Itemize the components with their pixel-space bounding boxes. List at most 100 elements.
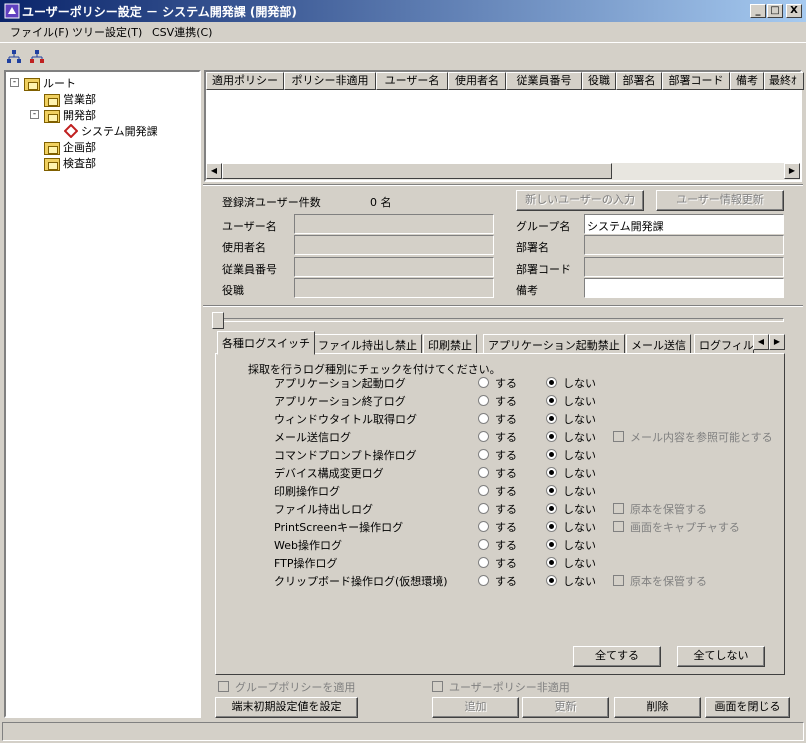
tab-app-launch-ban[interactable]: アプリケーション起動禁止 xyxy=(483,334,625,354)
delete-button[interactable]: 削除 xyxy=(614,697,701,718)
log-option-checkbox[interactable]: メール内容を参照可能とする xyxy=(613,429,773,447)
log-on-radio[interactable]: する xyxy=(478,573,517,591)
log-off-radio[interactable]: しない xyxy=(546,375,596,393)
log-row: アプリケーション終了ログ xyxy=(274,393,406,411)
tab-scroll-left-icon[interactable]: ◀ xyxy=(753,334,769,350)
col-dept-code[interactable]: 部署コード xyxy=(662,72,730,90)
init-terminal-settings-button[interactable]: 端末初期設定値を設定 xyxy=(215,697,358,718)
dept-code-field[interactable] xyxy=(584,257,784,277)
close-button[interactable]: X xyxy=(786,4,802,18)
log-off-radio[interactable]: しない xyxy=(546,429,596,447)
splitter-lower[interactable] xyxy=(203,305,803,307)
user-name-field[interactable] xyxy=(294,214,494,234)
log-off-radio[interactable]: しない xyxy=(546,393,596,411)
checkbox-icon xyxy=(613,575,624,586)
log-off-radio[interactable]: しない xyxy=(546,573,596,591)
dept-name-field[interactable] xyxy=(584,235,784,255)
log-off-radio[interactable]: しない xyxy=(546,537,596,555)
tab-print-ban[interactable]: 印刷禁止 xyxy=(423,334,477,354)
user-policy-off-checkbox[interactable]: ユーザーポリシー非適用 xyxy=(432,679,570,695)
remarks-label: 備考 xyxy=(516,284,538,297)
log-option-checkbox[interactable]: 原本を保管する xyxy=(613,573,707,591)
menu-tree-settings[interactable]: ツリー設定(T) xyxy=(72,24,142,40)
col-policy-not-applied[interactable]: ポリシー非適用 xyxy=(284,72,376,90)
checkbox-icon xyxy=(613,503,624,514)
log-option-checkbox[interactable]: 画面をキャプチャする xyxy=(613,519,740,537)
tab-file-export-ban[interactable]: ファイル持出し禁止 xyxy=(313,334,422,354)
tree-node-root[interactable]: ルート xyxy=(24,75,76,91)
checkbox-icon xyxy=(613,521,624,532)
tab-log-switch[interactable]: 各種ログスイッチ xyxy=(217,331,315,355)
log-on-radio[interactable]: する xyxy=(478,375,517,393)
user-field[interactable] xyxy=(294,235,494,255)
log-off-radio[interactable]: しない xyxy=(546,447,596,465)
log-on-radio[interactable]: する xyxy=(478,483,517,501)
maximize-button[interactable]: □ xyxy=(767,4,783,18)
window-title: ユーザーポリシー設定 － システム開発課 (開発部) xyxy=(22,5,297,19)
log-off-radio[interactable]: しない xyxy=(546,501,596,519)
org-tree-icon[interactable] xyxy=(5,48,23,66)
log-on-radio[interactable]: する xyxy=(478,411,517,429)
update-button[interactable]: 更新 xyxy=(522,697,609,718)
splitter[interactable] xyxy=(203,184,803,186)
user-grid[interactable]: 適用ポリシー ポリシー非適用 ユーザー名 使用者名 従業員番号 役職 部署名 部… xyxy=(204,70,804,182)
log-on-radio[interactable]: する xyxy=(478,555,517,573)
col-user[interactable]: 使用者名 xyxy=(448,72,506,90)
panel-slider-thumb[interactable] xyxy=(212,312,224,329)
all-off-button[interactable]: 全てしない xyxy=(677,646,765,667)
col-dept[interactable]: 部署名 xyxy=(616,72,662,90)
col-employee-no[interactable]: 従業員番号 xyxy=(506,72,582,90)
minimize-button[interactable]: _ xyxy=(750,4,766,18)
col-applied-policy[interactable]: 適用ポリシー xyxy=(206,72,284,90)
log-on-radio[interactable]: する xyxy=(478,447,517,465)
group-name-field[interactable]: システム開発課 xyxy=(584,214,784,234)
org-tree-panel[interactable]: - ルート 営業部 - 開発部 システム開発課 企画部 検査部 xyxy=(4,70,201,718)
log-row: 印刷操作ログ xyxy=(274,483,340,501)
log-option-checkbox[interactable]: 原本を保管する xyxy=(613,501,707,519)
log-off-radio[interactable]: しない xyxy=(546,483,596,501)
position-field[interactable] xyxy=(294,278,494,298)
log-on-radio[interactable]: する xyxy=(478,519,517,537)
tree-node-planning[interactable]: 企画部 xyxy=(44,139,96,155)
tab-log-filter[interactable]: ログフィル xyxy=(694,334,754,354)
collapse-root-toggle[interactable]: - xyxy=(10,78,19,87)
tab-scroll-right-icon[interactable]: ▶ xyxy=(769,334,785,350)
log-off-radio[interactable]: しない xyxy=(546,555,596,573)
panel-slider-track[interactable] xyxy=(212,318,784,322)
col-last[interactable]: 最終ｵ xyxy=(764,72,804,90)
log-on-radio[interactable]: する xyxy=(478,501,517,519)
update-user-info-button[interactable]: ユーザー情報更新 xyxy=(656,190,784,211)
tree-node-development[interactable]: 開発部 xyxy=(44,107,96,123)
tree-node-sales[interactable]: 営業部 xyxy=(44,91,96,107)
log-on-radio[interactable]: する xyxy=(478,393,517,411)
tree-node-system-dev[interactable]: システム開発課 xyxy=(63,123,158,141)
log-on-radio[interactable]: する xyxy=(478,465,517,483)
radio-icon xyxy=(546,521,557,532)
col-user-name[interactable]: ユーザー名 xyxy=(376,72,448,90)
log-on-radio[interactable]: する xyxy=(478,537,517,555)
all-on-button[interactable]: 全てする xyxy=(573,646,661,667)
scroll-thumb[interactable] xyxy=(222,163,612,179)
col-remarks[interactable]: 備考 xyxy=(730,72,764,90)
col-position[interactable]: 役職 xyxy=(582,72,616,90)
menu-csv[interactable]: CSV連携(C) xyxy=(152,24,212,40)
log-off-radio[interactable]: しない xyxy=(546,465,596,483)
scroll-right-icon[interactable]: ▶ xyxy=(784,163,800,179)
tab-mail-send[interactable]: メール送信 xyxy=(626,334,691,354)
tree-node-inspection[interactable]: 検査部 xyxy=(44,155,96,171)
log-off-radio[interactable]: しない xyxy=(546,411,596,429)
apply-group-policy-checkbox[interactable]: グループポリシーを適用 xyxy=(218,679,355,695)
employee-no-field[interactable] xyxy=(294,257,494,277)
collapse-dev-toggle[interactable]: - xyxy=(30,110,39,119)
close-screen-button[interactable]: 画面を閉じる xyxy=(705,697,790,718)
new-user-button[interactable]: 新しいユーザーの入力 xyxy=(516,190,644,211)
log-on-radio[interactable]: する xyxy=(478,429,517,447)
scroll-left-icon[interactable]: ◀ xyxy=(206,163,222,179)
log-off-radio[interactable]: しない xyxy=(546,519,596,537)
diamond-icon xyxy=(63,123,79,141)
org-tree-edit-icon[interactable] xyxy=(28,48,46,66)
add-button[interactable]: 追加 xyxy=(432,697,519,718)
menu-file[interactable]: ファイル(F) xyxy=(10,24,69,40)
remarks-field[interactable] xyxy=(584,278,784,298)
grid-horizontal-scrollbar[interactable]: ◀ ▶ xyxy=(206,163,800,180)
